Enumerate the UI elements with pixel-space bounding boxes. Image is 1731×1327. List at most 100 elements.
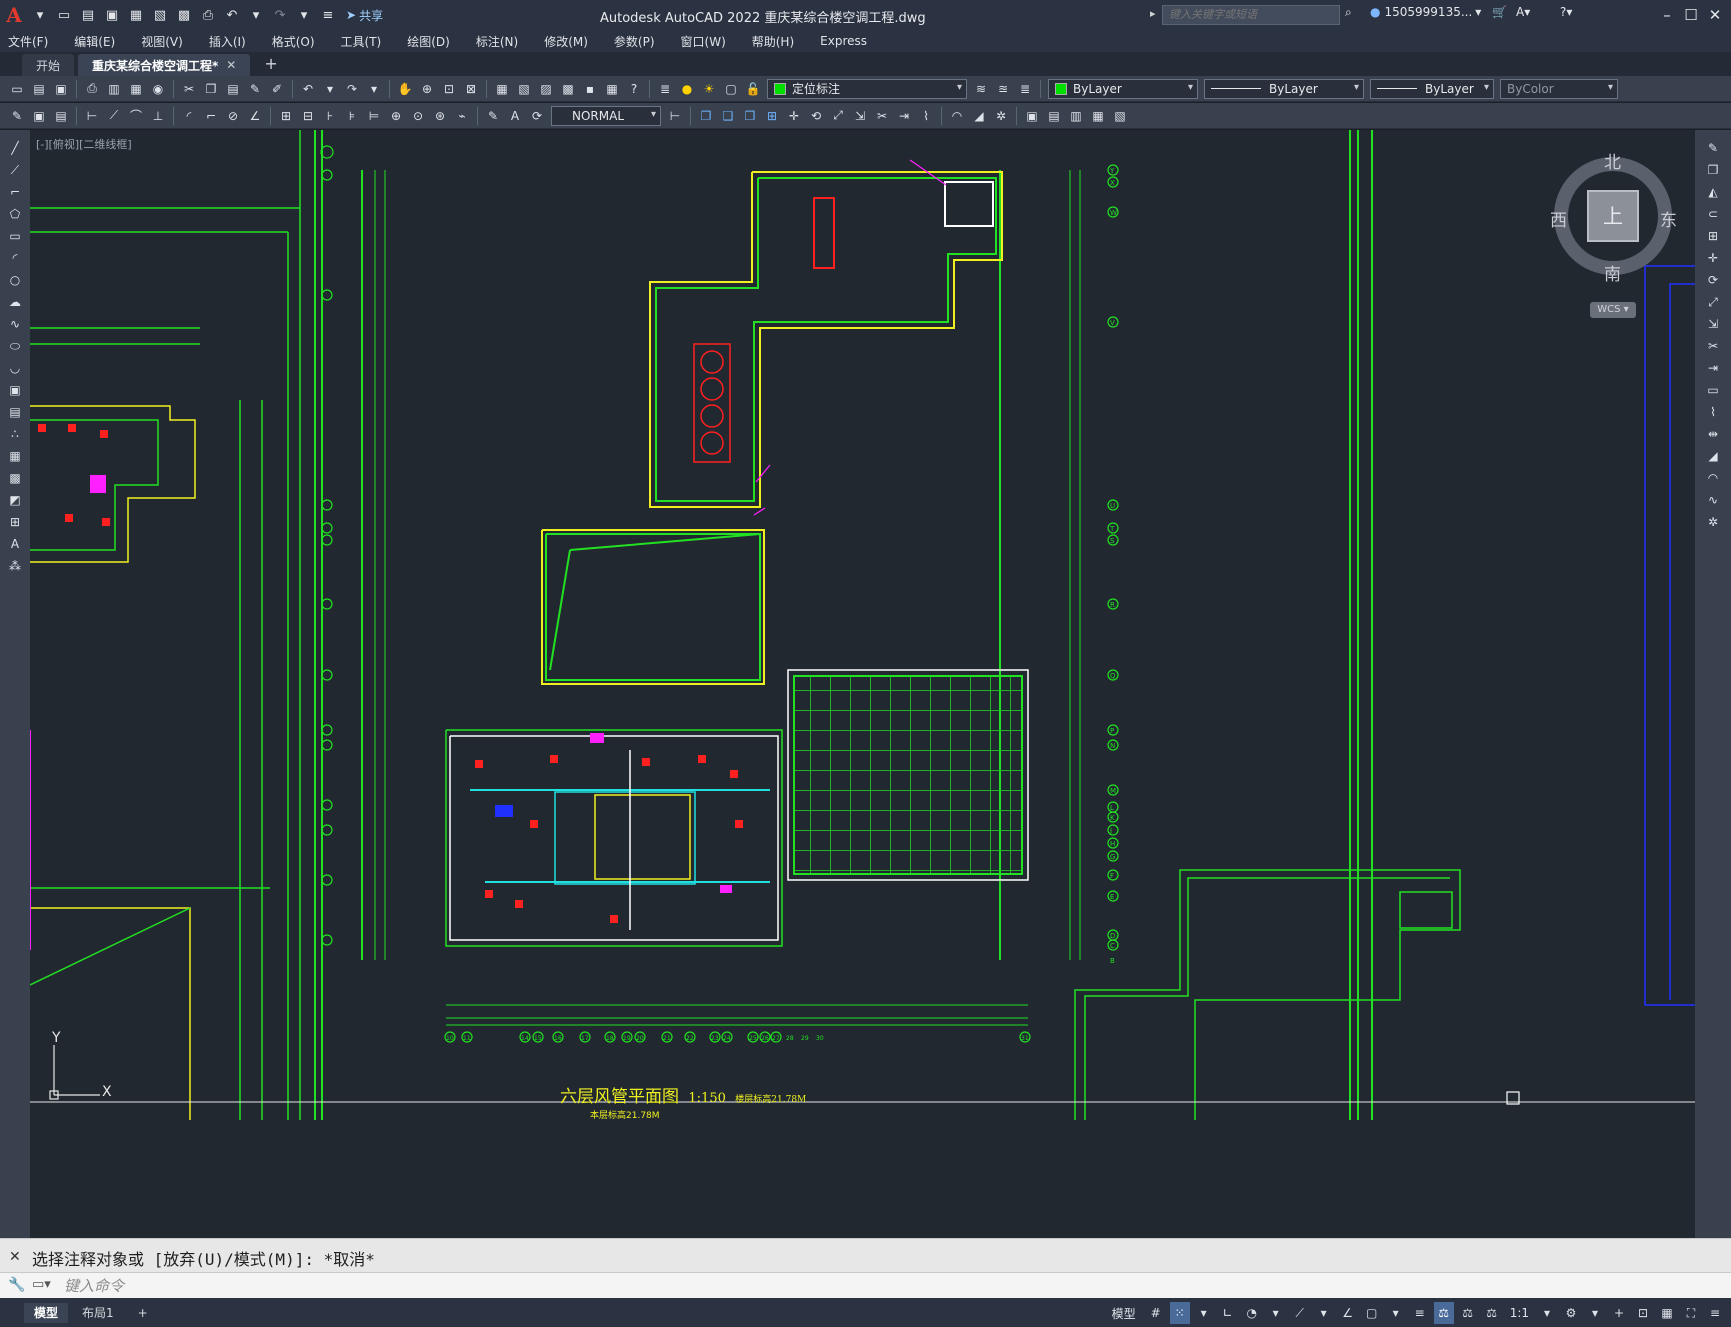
hatch-icon[interactable]: ▦ — [5, 446, 25, 466]
open-icon[interactable]: ▤ — [29, 79, 49, 99]
open-icon[interactable]: ▤ — [78, 5, 98, 25]
menu-tools[interactable]: 工具(T) — [341, 33, 382, 50]
drawing-canvas[interactable]: Y X Y X W V U T S R Q P N M L K J H G F E D C B 10 11 14 15 16 17 18… — [30, 130, 1695, 1238]
menu-parametric[interactable]: 参数(P) — [614, 33, 655, 50]
extend-icon[interactable]: ⇥ — [894, 106, 914, 126]
plot-icon[interactable]: ⎙ — [82, 79, 102, 99]
model-space-button[interactable]: 模型 — [1106, 1302, 1142, 1324]
blend-curves-icon[interactable]: ∿ — [1703, 490, 1723, 510]
fillet-icon[interactable]: ◠ — [1703, 468, 1723, 488]
dim-text-edit-icon[interactable]: A — [505, 106, 525, 126]
recent-commands-icon[interactable]: ▭▾ — [32, 1277, 51, 1292]
clean-screen-icon[interactable]: ⛶ — [1681, 1302, 1701, 1324]
properties-icon[interactable]: ▦ — [492, 79, 512, 99]
offset-icon[interactable]: ⊂ — [1703, 204, 1723, 224]
object-snap-dropdown-icon[interactable]: ▾ — [1386, 1302, 1406, 1324]
draworder-above-icon[interactable]: ▥ — [1066, 106, 1086, 126]
layer-state-icon[interactable]: ≣ — [1015, 79, 1035, 99]
insert-block-icon[interactable]: ▣ — [5, 380, 25, 400]
close-icon[interactable]: ✕ — [1704, 4, 1726, 26]
annotation-visibility-icon[interactable]: ⚖ — [1458, 1302, 1478, 1324]
offset-icon[interactable]: ❒ — [740, 106, 760, 126]
layer-on-bulb-icon[interactable]: ● — [677, 79, 697, 99]
zoom-previous-icon[interactable]: ⊠ — [461, 79, 481, 99]
center-mark-icon[interactable]: ⊙ — [408, 106, 428, 126]
draworder-below-icon[interactable]: ▦ — [1088, 106, 1108, 126]
object-snap-tracking-icon[interactable]: ∠ — [1338, 1302, 1358, 1324]
dim-space-icon[interactable]: ⊧ — [342, 106, 362, 126]
gear-icon[interactable]: ⚙ — [1561, 1302, 1581, 1324]
move-icon[interactable]: ✛ — [784, 106, 804, 126]
ellipse-arc-icon[interactable]: ◡ — [5, 358, 25, 378]
fillet-icon[interactable]: ◠ — [947, 106, 967, 126]
tab-start[interactable]: 开始 — [22, 54, 75, 76]
menu-express[interactable]: Express — [820, 34, 867, 48]
isometric-icon[interactable]: ⟋ — [1290, 1302, 1310, 1324]
mirror-icon[interactable]: ❑ — [718, 106, 738, 126]
viewcube-east[interactable]: 东 — [1660, 206, 1677, 231]
construction-line-icon[interactable]: ⟋ — [5, 160, 25, 180]
menu-window[interactable]: 窗口(W) — [681, 33, 726, 50]
arc-length-icon[interactable]: ⌒ — [126, 106, 146, 126]
close-command-line-icon[interactable]: ✕ — [9, 1249, 21, 1265]
publish-icon[interactable]: ▦ — [126, 79, 146, 99]
line-icon[interactable]: ╱ — [5, 138, 25, 158]
wcs-menu-button[interactable]: WCS ▾ — [1590, 302, 1636, 318]
insert-icon[interactable]: ▤ — [51, 106, 71, 126]
rectangle-icon[interactable]: ▭ — [5, 226, 25, 246]
polygon-icon[interactable]: ⬠ — [5, 204, 25, 224]
erase-icon[interactable]: ✎ — [1703, 138, 1723, 158]
linetype-dropdown[interactable]: ByLayer ▾ — [1204, 78, 1364, 99]
paste-icon[interactable]: ▤ — [223, 79, 243, 99]
chamfer-icon[interactable]: ◢ — [1703, 446, 1723, 466]
publish-icon[interactable]: ▧ — [150, 5, 170, 25]
array-icon[interactable]: ⊞ — [1703, 226, 1723, 246]
viewcube[interactable]: 北 南 东 西 上 WCS ▾ — [1550, 150, 1680, 330]
app-menu-chevron-icon[interactable]: ▾ — [30, 5, 50, 25]
dim-break-icon[interactable]: ⊨ — [364, 106, 384, 126]
redo-dropdown-icon[interactable]: ▾ — [364, 79, 384, 99]
extend-icon[interactable]: ⇥ — [1703, 358, 1723, 378]
trim-icon[interactable]: ✂ — [872, 106, 892, 126]
preview-icon[interactable]: ▥ — [104, 79, 124, 99]
layer-thaw-sun-icon[interactable]: ☀ — [699, 79, 719, 99]
menu-format[interactable]: 格式(O) — [272, 33, 315, 50]
lineweight-dropdown[interactable]: ByLayer ▾ — [1370, 78, 1494, 99]
qnew-icon[interactable]: ▭ — [7, 79, 27, 99]
viewcube-north[interactable]: 北 — [1604, 148, 1621, 173]
new-icon[interactable]: ▭ — [54, 5, 74, 25]
dim-edit-icon[interactable]: ✎ — [483, 106, 503, 126]
layer-previous-icon[interactable]: ≊ — [993, 79, 1013, 99]
graphics-performance-icon[interactable]: ▦ — [1657, 1302, 1677, 1324]
arc-icon[interactable]: ◜ — [5, 248, 25, 268]
ordinate-dim-icon[interactable]: ⊥ — [148, 106, 168, 126]
break-at-point-icon[interactable]: ▭ — [1703, 380, 1723, 400]
tolerance-icon[interactable]: ⊕ — [386, 106, 406, 126]
undo-icon[interactable]: ↶ — [222, 5, 242, 25]
polar-icon[interactable]: ◔ — [1242, 1302, 1262, 1324]
redo-dropdown-icon[interactable]: ▾ — [294, 5, 314, 25]
make-block-icon[interactable]: ▤ — [5, 402, 25, 422]
plus-annotate-icon[interactable]: + — [1609, 1302, 1629, 1324]
gradient-icon[interactable]: ▩ — [5, 468, 25, 488]
saveas-icon[interactable]: ▦ — [126, 5, 146, 25]
menu-view[interactable]: 视图(V) — [141, 33, 183, 50]
draworder-text-icon[interactable]: ▧ — [1110, 106, 1130, 126]
dimstyle-dropdown[interactable]: NORMAL ▾ — [551, 105, 661, 126]
draworder-front-icon[interactable]: ▣ — [1022, 106, 1042, 126]
polar-dropdown-icon[interactable]: ▾ — [1266, 1302, 1286, 1324]
snap-icon[interactable]: ⁙ — [1169, 1302, 1190, 1324]
object-snap-icon[interactable]: ▢ — [1362, 1302, 1382, 1324]
copy-object-icon[interactable]: ❐ — [696, 106, 716, 126]
minimize-icon[interactable]: – — [1656, 4, 1678, 26]
isolate-objects-icon[interactable]: ⊡ — [1633, 1302, 1653, 1324]
scale-icon[interactable]: ⤢ — [828, 106, 848, 126]
share-button[interactable]: ➤ 共享 — [346, 7, 383, 24]
save-icon[interactable]: ▣ — [51, 79, 71, 99]
revcloud-icon[interactable]: ☁ — [5, 292, 25, 312]
customize-quick-access-icon[interactable]: ≡ — [318, 5, 338, 25]
explode-icon[interactable]: ✲ — [991, 106, 1011, 126]
grid-icon[interactable]: # — [1146, 1302, 1166, 1324]
help-icon[interactable]: ?▾ — [1560, 5, 1572, 19]
copy-icon[interactable]: ❐ — [1703, 160, 1723, 180]
